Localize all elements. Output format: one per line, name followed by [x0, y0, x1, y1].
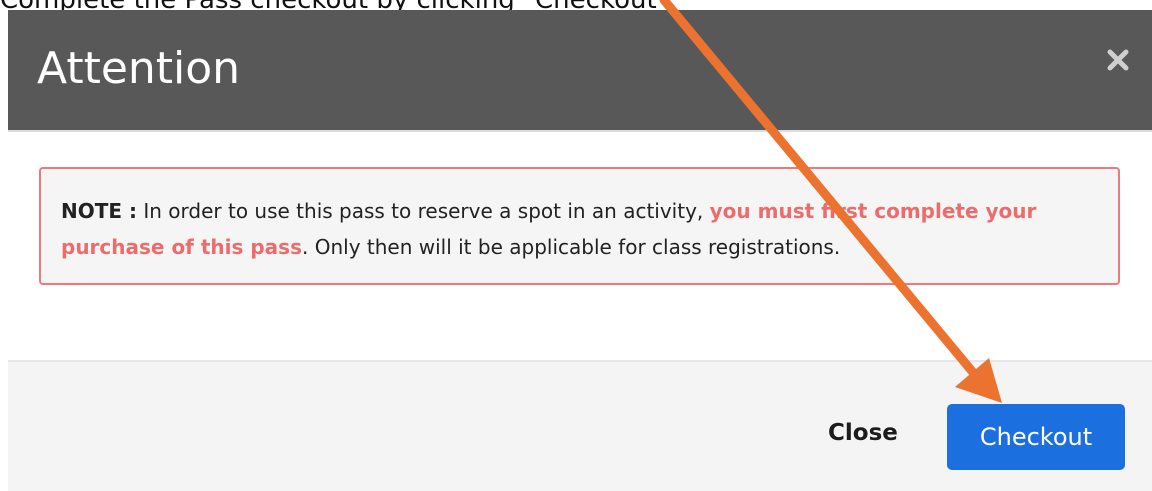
- modal-title: Attention: [37, 43, 241, 94]
- modal-body: NOTE : In order to use this pass to rese…: [8, 132, 1152, 360]
- modal-header: Attention: [8, 10, 1152, 132]
- screenshot: Complete the Pass checkout by clicking "…: [0, 0, 1152, 491]
- close-x-icon[interactable]: [1106, 48, 1130, 72]
- close-button[interactable]: Close: [828, 420, 898, 446]
- checkout-button[interactable]: Checkout: [947, 404, 1125, 470]
- note-alert: NOTE : In order to use this pass to rese…: [39, 167, 1120, 285]
- note-text-before: In order to use this pass to reserve a s…: [137, 199, 710, 223]
- note-text-after: . Only then will it be applicable for cl…: [302, 235, 841, 259]
- note-label: NOTE :: [61, 199, 138, 223]
- modal-footer: Close Checkout: [8, 360, 1152, 491]
- attention-modal: Attention NOTE : In order to use this pa…: [8, 10, 1152, 491]
